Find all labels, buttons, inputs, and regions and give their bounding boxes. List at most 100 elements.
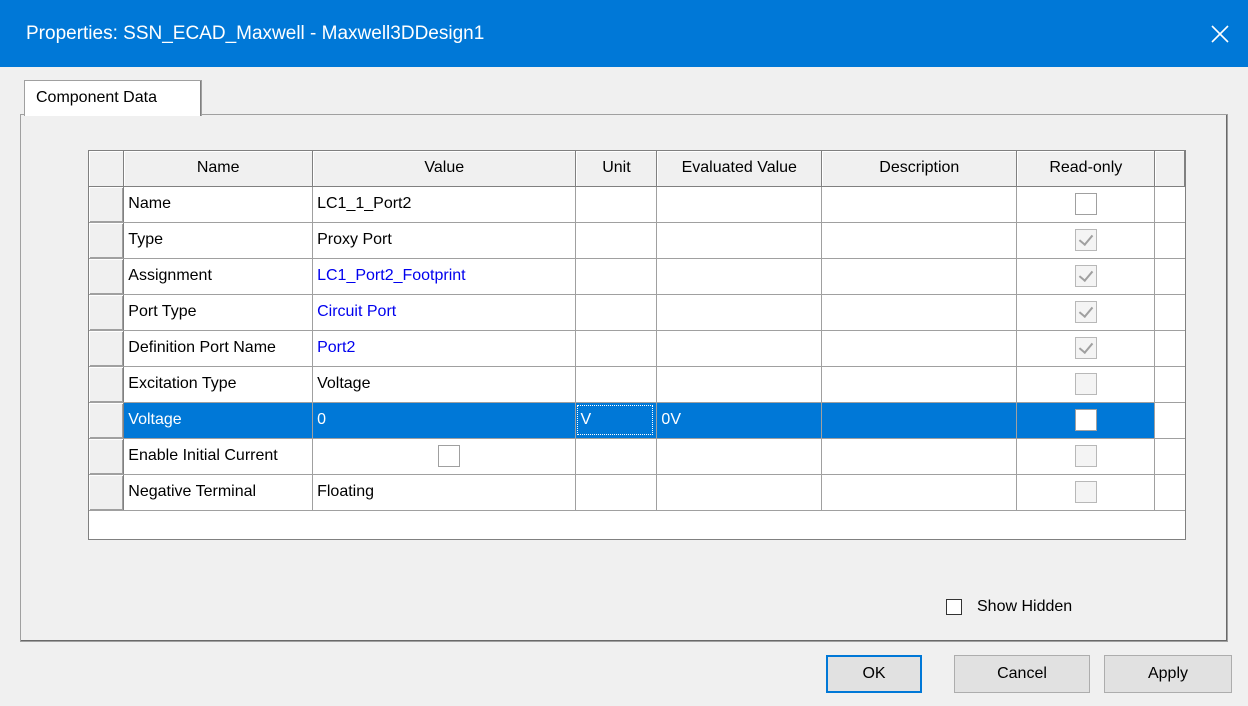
value-cell[interactable] (312, 438, 577, 475)
read-only-checkbox[interactable] (1074, 409, 1097, 431)
unit-text (576, 267, 580, 284)
row-header[interactable] (89, 222, 125, 259)
evaluated-value-cell (656, 438, 823, 475)
property-name: Type (128, 231, 163, 248)
unit-cell[interactable] (575, 474, 658, 511)
value-cell[interactable]: 0 (312, 402, 577, 439)
description-cell[interactable] (821, 366, 1018, 403)
column-header-name[interactable]: Name (123, 151, 314, 187)
property-grid: Name Value Unit Evaluated Value Descript… (88, 150, 1186, 540)
value-cell[interactable]: Voltage (312, 366, 577, 403)
name-cell[interactable]: Voltage (123, 402, 314, 439)
value-cell[interactable]: Circuit Port (312, 294, 577, 331)
description-cell[interactable] (821, 474, 1018, 511)
read-only-cell[interactable] (1016, 258, 1156, 295)
row-header[interactable] (89, 474, 125, 511)
tab-component-data[interactable]: Component Data (24, 80, 202, 116)
unit-text: V (577, 405, 654, 435)
read-only-cell[interactable] (1016, 222, 1156, 259)
column-header-value[interactable]: Value (312, 151, 577, 187)
property-name: Enable Initial Current (128, 447, 278, 464)
table-row[interactable]: Definition Port Name Port2 (89, 330, 1185, 367)
description-cell[interactable] (821, 258, 1018, 295)
name-cell[interactable]: Assignment (123, 258, 314, 295)
name-cell[interactable]: Port Type (123, 294, 314, 331)
row-header[interactable] (89, 294, 125, 331)
value-text: 0 (317, 411, 326, 428)
unit-cell[interactable] (575, 294, 658, 331)
unit-cell[interactable] (575, 258, 658, 295)
unit-cell[interactable] (575, 222, 658, 259)
unit-cell[interactable] (575, 366, 658, 403)
read-only-checkbox (1074, 301, 1097, 323)
name-cell[interactable]: Excitation Type (123, 366, 314, 403)
value-cell[interactable]: LC1_1_Port2 (312, 186, 577, 223)
row-header[interactable] (89, 366, 125, 403)
read-only-cell[interactable] (1016, 366, 1156, 403)
name-cell[interactable]: Enable Initial Current (123, 438, 314, 475)
grid-body: Name LC1_1_Port2 Type Proxy Port Assignment L… (89, 186, 1185, 511)
corner-header (89, 151, 125, 187)
description-cell[interactable] (821, 186, 1018, 223)
value-cell[interactable]: Proxy Port (312, 222, 577, 259)
row-header[interactable] (89, 402, 125, 439)
read-only-cell[interactable] (1016, 402, 1156, 439)
description-cell[interactable] (821, 402, 1018, 439)
column-header-description[interactable]: Description (821, 151, 1018, 187)
evaluated-value-text (657, 447, 661, 464)
apply-button[interactable]: Apply (1104, 655, 1232, 693)
close-button[interactable] (1192, 0, 1248, 67)
unit-cell[interactable] (575, 186, 658, 223)
read-only-checkbox (1074, 373, 1097, 395)
name-cell[interactable]: Type (123, 222, 314, 259)
row-header[interactable] (89, 330, 125, 367)
value-cell[interactable]: Port2 (312, 330, 577, 367)
property-name: Assignment (128, 267, 212, 284)
table-row[interactable]: Enable Initial Current (89, 438, 1185, 475)
table-row[interactable]: Assignment LC1_Port2_Footprint (89, 258, 1185, 295)
read-only-checkbox[interactable] (1074, 193, 1097, 215)
read-only-cell[interactable] (1016, 186, 1156, 223)
name-cell[interactable]: Name (123, 186, 314, 223)
table-row[interactable]: Port Type Circuit Port (89, 294, 1185, 331)
column-header-unit[interactable]: Unit (575, 151, 658, 187)
name-cell[interactable]: Negative Terminal (123, 474, 314, 511)
description-cell[interactable] (821, 330, 1018, 367)
table-row[interactable]: Voltage 0 V 0V (89, 402, 1185, 439)
show-hidden-toggle[interactable]: Show Hidden (946, 598, 1072, 616)
filler-cell (1154, 222, 1185, 259)
table-row[interactable]: Type Proxy Port (89, 222, 1185, 259)
property-name: Port Type (128, 303, 197, 320)
row-header[interactable] (89, 438, 125, 475)
row-header[interactable] (89, 258, 125, 295)
value-cell[interactable]: Floating (312, 474, 577, 511)
show-hidden-checkbox[interactable] (946, 599, 962, 615)
table-row[interactable]: Name LC1_1_Port2 (89, 186, 1185, 223)
name-cell[interactable]: Definition Port Name (123, 330, 314, 367)
description-cell[interactable] (821, 294, 1018, 331)
unit-cell[interactable]: V (575, 402, 658, 439)
read-only-checkbox (1074, 445, 1097, 467)
read-only-cell[interactable] (1016, 330, 1156, 367)
value-text: Proxy Port (317, 231, 392, 248)
description-cell[interactable] (821, 222, 1018, 259)
read-only-cell[interactable] (1016, 474, 1156, 511)
value-cell[interactable]: LC1_Port2_Footprint (312, 258, 577, 295)
read-only-cell[interactable] (1016, 294, 1156, 331)
ok-button[interactable]: OK (826, 655, 922, 693)
table-row[interactable]: Negative Terminal Floating (89, 474, 1185, 511)
column-header-evaluated-value[interactable]: Evaluated Value (656, 151, 823, 187)
enable-initial-current-checkbox[interactable] (438, 445, 461, 467)
unit-cell[interactable] (575, 438, 658, 475)
unit-cell[interactable] (575, 330, 658, 367)
evaluated-value-text (657, 231, 661, 248)
read-only-cell[interactable] (1016, 438, 1156, 475)
close-icon (1211, 24, 1229, 43)
description-cell[interactable] (821, 438, 1018, 475)
description-text (822, 195, 826, 212)
column-header-read-only[interactable]: Read-only (1016, 151, 1156, 187)
table-row[interactable]: Excitation Type Voltage (89, 366, 1185, 403)
tab-label: Component Data (36, 89, 157, 106)
cancel-button[interactable]: Cancel (954, 655, 1090, 693)
row-header[interactable] (89, 186, 125, 223)
